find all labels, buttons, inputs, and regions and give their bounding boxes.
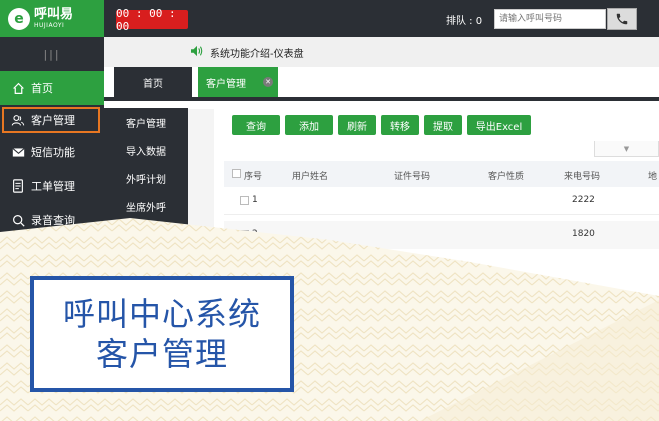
- queue-count: 排队 : 0: [446, 16, 483, 27]
- brand-logo[interactable]: e 呼叫易 HUJIAOYI: [0, 0, 104, 37]
- transfer-button[interactable]: 转移: [381, 115, 419, 135]
- banner-title-line2: 客户管理: [95, 335, 228, 373]
- column-header[interactable]: 地: [648, 169, 657, 182]
- submenu-item[interactable]: 客户管理: [104, 108, 188, 136]
- submenu-item[interactable]: 外呼计划: [104, 164, 188, 192]
- sidebar-item-home[interactable]: 首页: [0, 71, 104, 105]
- logo-mark-icon: e: [8, 7, 30, 30]
- column-header[interactable]: 用户姓名: [292, 169, 328, 182]
- row-id-partial: 3456: [434, 301, 457, 311]
- sidebar-item-label: 工单管理: [31, 180, 75, 193]
- redacted-value: [560, 303, 616, 311]
- customer-submenu: 客户管理 导入数据 外呼计划 坐席外呼 短信管理: [104, 108, 188, 248]
- redacted-value: [566, 361, 616, 369]
- sidebar-item-label: 短信功能: [31, 146, 75, 159]
- grid-header: 序号 用户姓名 证件号码 客户性质 来电号码 地: [224, 161, 659, 187]
- brand-name: 呼叫易: [34, 7, 74, 22]
- column-header[interactable]: 证件号码: [394, 169, 430, 182]
- column-header[interactable]: 序号: [244, 169, 262, 182]
- notice-bar: 系统功能介绍-仪表盘: [104, 37, 659, 67]
- users-icon: [10, 112, 26, 128]
- table-row[interactable]: 1 2222: [224, 187, 659, 215]
- grid-toolbar: 查询 添加 刷新 转移 提取 导出Excel: [232, 115, 531, 135]
- banner-title-line1: 呼叫中心系统: [62, 295, 261, 333]
- sidebar-item-recordings[interactable]: 录音查询: [0, 203, 104, 237]
- row-checkbox[interactable]: [240, 230, 249, 239]
- redacted-value: [564, 333, 616, 341]
- row-index: 2: [252, 229, 258, 239]
- notice-text: 系统功能介绍-仪表盘: [210, 48, 304, 60]
- tab-customer-label: 客户管理: [206, 78, 246, 90]
- row-checkbox[interactable]: [240, 196, 249, 205]
- submenu-item[interactable]: 坐席外呼: [104, 192, 188, 220]
- envelope-icon: [10, 144, 26, 160]
- row-phone: 1820: [572, 229, 595, 239]
- title-banner: 呼叫中心系统 客户管理: [30, 276, 294, 392]
- phone-icon: [616, 13, 628, 25]
- column-header[interactable]: 来电号码: [564, 169, 600, 182]
- export-excel-button[interactable]: 导出Excel: [467, 115, 531, 135]
- home-icon: [10, 80, 26, 96]
- sidebar-item-label: 客户管理: [31, 114, 75, 127]
- tab-underline: [104, 97, 659, 101]
- row-phone: 2222: [572, 195, 595, 205]
- submenu-item[interactable]: 导入数据: [104, 136, 188, 164]
- search-icon: [10, 212, 26, 228]
- filter-dropdown[interactable]: ▼: [594, 141, 659, 157]
- table-row[interactable]: 2 1820: [224, 221, 659, 249]
- sidebar-item-label: 首页: [31, 82, 53, 95]
- ticket-icon: [10, 178, 26, 194]
- tab-home[interactable]: 首页: [114, 67, 192, 97]
- extract-button[interactable]: 提取: [424, 115, 462, 135]
- speaker-icon: [190, 45, 204, 60]
- sidebar-collapse-toggle[interactable]: |||: [0, 37, 104, 71]
- sidebar-item-tickets[interactable]: 工单管理: [0, 169, 104, 203]
- sidebar-item-customer[interactable]: 客户管理: [2, 107, 100, 133]
- add-button[interactable]: 添加: [285, 115, 333, 135]
- sidebar-item-label: 录音查询: [31, 214, 75, 227]
- submenu-item[interactable]: 短信管理: [104, 220, 188, 248]
- sidebar-item-sms[interactable]: 短信功能: [0, 135, 104, 169]
- refresh-button[interactable]: 刷新: [338, 115, 376, 135]
- logo-text: 呼叫易 HUJIAOYI: [34, 8, 73, 29]
- close-icon[interactable]: ✕: [263, 77, 273, 87]
- column-header[interactable]: 客户性质: [488, 169, 524, 182]
- tab-customer[interactable]: 客户管理 ✕: [198, 67, 278, 97]
- query-button[interactable]: 查询: [232, 115, 280, 135]
- brand-name-en: HUJIAOYI: [34, 22, 65, 29]
- select-all-checkbox[interactable]: [232, 169, 241, 178]
- call-timer: 00 : 00 : 00: [116, 7, 188, 33]
- row-index: 1: [252, 195, 258, 205]
- top-bar: e 呼叫易 HUJIAOYI 00 : 00 : 00 排队 : 0: [0, 0, 659, 37]
- dial-button[interactable]: [607, 8, 637, 30]
- dial-number-input[interactable]: [494, 9, 606, 29]
